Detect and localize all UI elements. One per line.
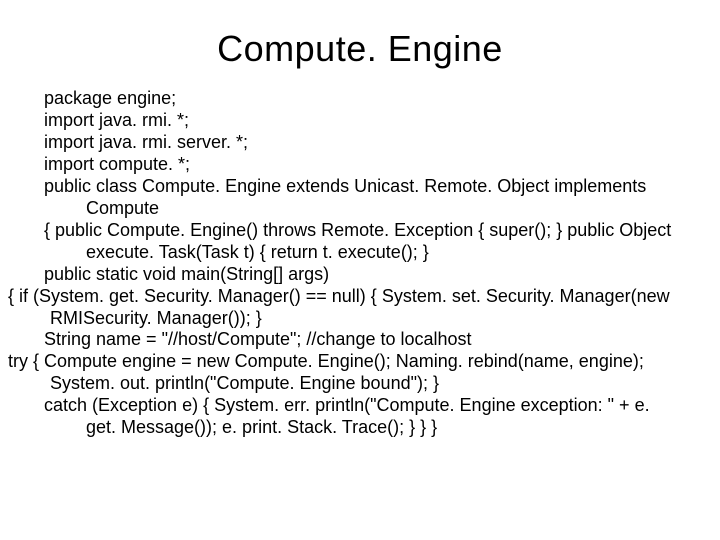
slide-title: Compute. Engine [44, 28, 676, 70]
code-line: { public Compute. Engine() throws Remote… [44, 220, 676, 264]
code-block: package engine; import java. rmi. *; imp… [44, 88, 676, 439]
code-line: package engine; [44, 88, 676, 110]
code-line: public class Compute. Engine extends Uni… [44, 176, 676, 220]
code-line: String name = "//host/Compute"; //change… [44, 329, 676, 351]
code-line: { if (System. get. Security. Manager() =… [44, 286, 676, 330]
code-line: try { Compute engine = new Compute. Engi… [44, 351, 676, 395]
slide: Compute. Engine package engine; import j… [0, 0, 720, 540]
code-line: import compute. *; [44, 154, 676, 176]
code-line: import java. rmi. *; [44, 110, 676, 132]
code-line: public static void main(String[] args) [44, 264, 676, 286]
code-line: import java. rmi. server. *; [44, 132, 676, 154]
code-line: catch (Exception e) { System. err. print… [44, 395, 676, 439]
